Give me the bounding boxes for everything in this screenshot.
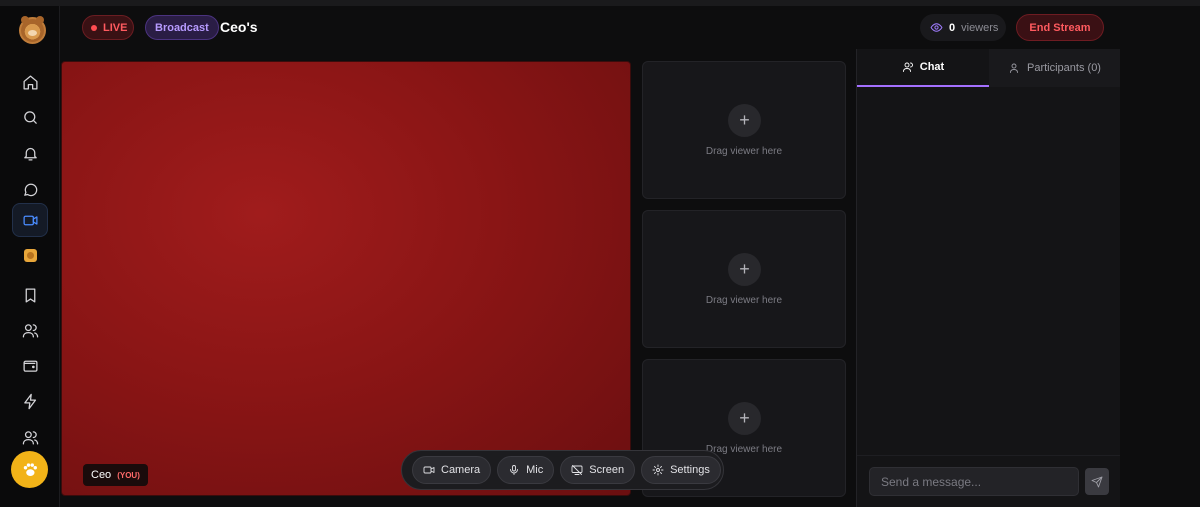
viewers-label: viewers bbox=[961, 21, 999, 34]
gear-icon bbox=[652, 464, 664, 476]
plus-icon[interactable]: + bbox=[728, 104, 761, 137]
send-button[interactable] bbox=[1085, 468, 1109, 495]
mic-icon bbox=[510, 465, 519, 475]
viewer-slot[interactable]: + Drag viewer here bbox=[642, 210, 846, 348]
sidebar bbox=[0, 6, 60, 507]
video-icon[interactable] bbox=[12, 203, 48, 237]
chat-tabs: Chat Participants (0) bbox=[857, 49, 1121, 87]
self-name: Ceo bbox=[91, 469, 112, 481]
bell-icon[interactable] bbox=[12, 136, 48, 170]
bolt-icon[interactable] bbox=[12, 384, 48, 418]
viewers-count: 0 bbox=[949, 21, 956, 34]
self-video-label: Ceo (YOU) bbox=[83, 464, 148, 486]
screen-button[interactable]: Screen bbox=[560, 456, 636, 484]
stream-controls: Camera Mic Screen Settings bbox=[401, 450, 724, 490]
plus-icon[interactable]: + bbox=[728, 253, 761, 286]
stream-header: LIVE Broadcast Ceo's 0 viewers End Strea… bbox=[61, 6, 1120, 50]
chat-divider bbox=[857, 455, 1121, 456]
camera-icon bbox=[423, 466, 435, 474]
paw-icon bbox=[23, 462, 37, 476]
home-icon[interactable] bbox=[12, 65, 48, 99]
screen-off-icon bbox=[571, 465, 583, 475]
live-label: LIVE bbox=[103, 21, 128, 34]
stream-title: Ceo's bbox=[220, 19, 258, 35]
tab-chat[interactable]: Chat bbox=[857, 49, 989, 87]
bookmark-icon[interactable] bbox=[12, 278, 48, 312]
mic-button[interactable]: Mic bbox=[497, 456, 555, 484]
users-icon[interactable] bbox=[12, 313, 48, 347]
live-badge: LIVE bbox=[82, 15, 134, 40]
end-stream-button[interactable]: End Stream bbox=[1016, 14, 1104, 41]
group-icon[interactable] bbox=[12, 420, 48, 454]
right-gutter bbox=[1120, 6, 1200, 507]
camera-button[interactable]: Camera bbox=[412, 456, 492, 484]
chat-panel: Chat Participants (0) bbox=[856, 49, 1121, 507]
mic-label: Mic bbox=[526, 464, 544, 476]
slot-label: Drag viewer here bbox=[705, 295, 783, 306]
chat-message-input[interactable] bbox=[869, 467, 1079, 496]
plus-icon[interactable]: + bbox=[728, 402, 761, 435]
users-icon bbox=[1010, 63, 1018, 73]
settings-label: Settings bbox=[670, 464, 710, 476]
tab-participants[interactable]: Participants (0) bbox=[989, 49, 1121, 87]
message-icon[interactable] bbox=[12, 172, 48, 206]
settings-button[interactable]: Settings bbox=[641, 456, 721, 484]
search-icon[interactable] bbox=[12, 100, 48, 134]
main-video-feed bbox=[61, 61, 631, 496]
screen-label: Screen bbox=[589, 464, 625, 476]
camera-label: Camera bbox=[441, 464, 481, 476]
viewers-counter: 0 viewers bbox=[920, 14, 1006, 41]
self-tag: (YOU) bbox=[117, 470, 140, 480]
app-logo-icon[interactable] bbox=[19, 16, 46, 44]
broadcast-badge: Broadcast bbox=[145, 15, 219, 40]
tab-participants-label: Participants (0) bbox=[1027, 62, 1101, 74]
send-icon bbox=[1091, 476, 1103, 487]
eye-icon bbox=[930, 23, 943, 32]
wallet-icon[interactable] bbox=[12, 348, 48, 382]
paw-button[interactable] bbox=[11, 451, 48, 488]
badge-icon[interactable] bbox=[24, 249, 37, 262]
viewer-slot[interactable]: + Drag viewer here bbox=[642, 61, 846, 199]
tab-chat-label: Chat bbox=[919, 61, 945, 73]
live-dot-icon bbox=[91, 24, 97, 31]
user-icon bbox=[902, 62, 913, 72]
slot-label: Drag viewer here bbox=[705, 146, 783, 157]
